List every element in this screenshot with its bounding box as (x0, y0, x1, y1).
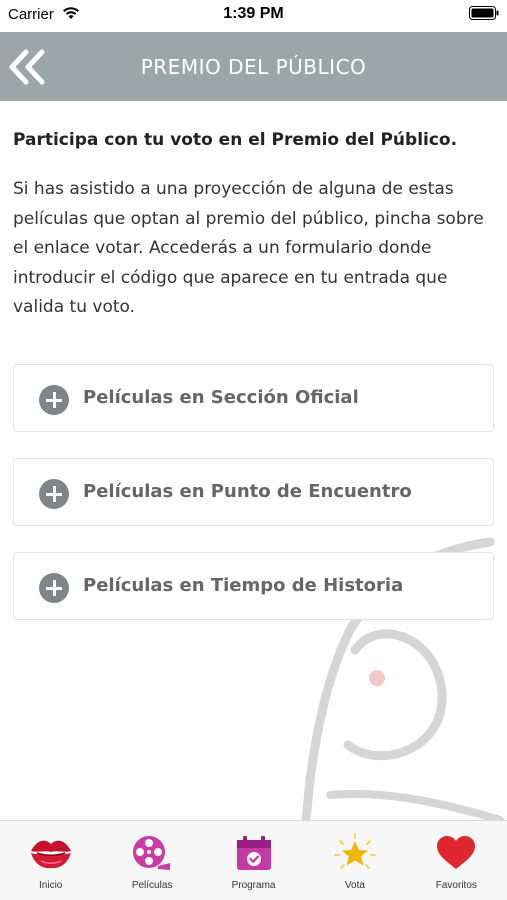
tab-peliculas[interactable]: Películas (101, 821, 202, 900)
intro-heading: Participa con tu voto en el Premio del P… (13, 130, 458, 150)
tab-label: Programa (231, 880, 276, 891)
tab-label: Favoritos (435, 880, 477, 891)
section-label: Películas en Tiempo de Historia (83, 575, 404, 596)
tab-label: Películas (131, 880, 173, 891)
tab-bar: Inicio Películas Programa Vota Favoritos (0, 820, 507, 900)
tab-vota[interactable]: Vota (304, 821, 405, 900)
heart-icon (434, 833, 478, 873)
tab-inicio[interactable]: Inicio (0, 821, 101, 900)
plus-circle-icon (39, 573, 69, 603)
plus-circle-icon (39, 479, 69, 509)
calendar-icon (232, 833, 276, 873)
tab-favoritos[interactable]: Favoritos (406, 821, 507, 900)
section-label: Películas en Sección Oficial (83, 387, 359, 408)
status-bar: Carrier 1:39 PM (0, 0, 507, 32)
status-time: 1:39 PM (223, 5, 284, 22)
nav-header: PREMIO DEL PÚBLICO (0, 32, 507, 101)
section-punto-encuentro-accordion[interactable]: Películas en Punto de Encuentro (13, 458, 494, 526)
intro-text: Si has asistido a una proyección de algu… (13, 179, 484, 317)
film-reel-icon (130, 833, 174, 873)
section-oficial-accordion[interactable]: Películas en Sección Oficial (13, 364, 494, 432)
battery-icon (469, 6, 499, 20)
page-title: PREMIO DEL PÚBLICO (140, 55, 367, 79)
lips-icon (29, 833, 73, 873)
tab-label: Inicio (39, 880, 63, 891)
star-icon (333, 833, 377, 873)
section-tiempo-historia-accordion[interactable]: Películas en Tiempo de Historia (13, 552, 494, 620)
tab-programa[interactable]: Programa (203, 821, 304, 900)
section-label: Películas en Punto de Encuentro (83, 481, 412, 502)
tab-label: Vota (344, 880, 365, 891)
plus-circle-icon (39, 385, 69, 415)
